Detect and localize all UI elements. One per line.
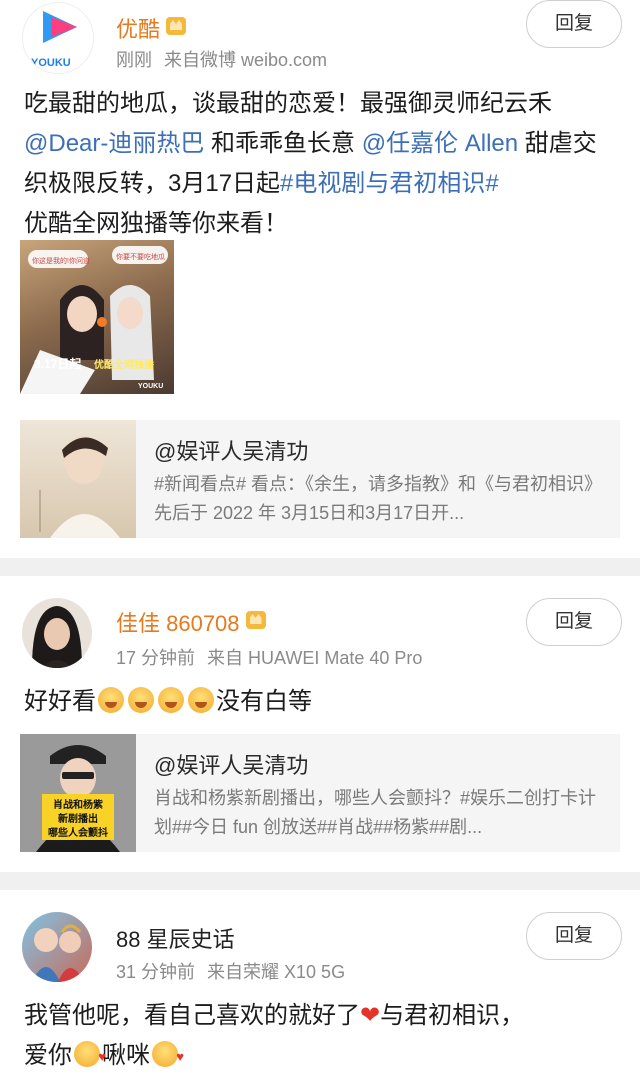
post-jiajia: 佳佳 860708 17 分钟前 来自 HUAWEI Mate 40 Pro 回复…	[0, 576, 640, 872]
reply-button[interactable]: 回复	[526, 598, 622, 646]
user-avatar[interactable]	[22, 912, 92, 982]
woman-portrait-image	[32, 606, 82, 668]
quote-title[interactable]: @娱评人吴清功	[154, 434, 308, 466]
vip-crown-icon	[245, 611, 266, 629]
quote-text: #新闻看点# 看点：《余生，请多指教》和《与君初相识》先后于 2022 年 3月…	[154, 474, 603, 523]
kiss-emoji-icon	[152, 1037, 184, 1077]
username[interactable]: 优酷	[116, 12, 187, 44]
username-text[interactable]: 优酷	[116, 17, 160, 42]
game-character-avatar-image	[32, 924, 84, 982]
username-text[interactable]: 佳佳 860708	[116, 611, 240, 636]
text-segment: 优酷全网独播等你来看！	[24, 210, 288, 237]
user-avatar[interactable]	[22, 598, 92, 668]
text-segment: 啾咪	[102, 1042, 150, 1069]
post-meta: 刚刚 来自微博 weibo.com	[116, 46, 339, 72]
svg-text:YOUKU: YOUKU	[138, 383, 163, 390]
text-segment: 爱你	[24, 1042, 72, 1069]
blogger-video-thumbnail: 肖战和杨紫 新剧播出 哪些人会颤抖	[20, 734, 136, 852]
quoted-repost[interactable]: @娱评人吴清功 #新闻看点# 看点：《余生，请多指教》和《与君初相识》先后于 2…	[20, 420, 620, 538]
quoted-repost[interactable]: 肖战和杨紫 新剧播出 哪些人会颤抖 @娱评人吴清功 肖战和杨紫新剧播出，哪些人会…	[20, 734, 620, 852]
text-segment: 吃最甜的地瓜，谈最甜的恋爱！最强御灵师纪云禾	[24, 90, 552, 117]
text-segment: 我管他呢，看自己喜欢的就好了	[24, 1002, 360, 1029]
username-text[interactable]: 88 星辰史话	[116, 927, 235, 952]
post-time: 刚刚	[116, 50, 152, 70]
reply-button[interactable]: 回复	[526, 912, 622, 960]
post-text: 我管他呢，看自己喜欢的就好了❤与君初相识， 爱你 啾咪	[24, 996, 620, 1077]
quote-thumbnail	[20, 420, 136, 538]
post-separator	[0, 558, 640, 576]
username[interactable]: 佳佳 860708	[116, 606, 266, 638]
mention-link[interactable]: @任嘉伦 Allen	[362, 130, 518, 157]
post-separator	[0, 872, 640, 890]
vip-crown-icon	[166, 17, 187, 35]
tears-of-joy-emoji-icon	[98, 687, 124, 713]
tears-of-joy-emoji-icon	[188, 687, 214, 713]
post-meta: 31 分钟前 来自荣耀 X10 5G	[116, 958, 357, 984]
svg-text:你要不要吃地瓜: 你要不要吃地瓜	[116, 252, 165, 261]
post-youku: YOUKU 优酷 刚刚 来自微博 weibo.com 回复 吃最甜的地瓜，谈最甜的…	[0, 0, 640, 558]
post-88xingchen: 88 星辰史话 31 分钟前 来自荣耀 X10 5G 回复 我管他呢，看自己喜欢的…	[0, 890, 640, 1077]
reply-button[interactable]: 回复	[526, 0, 622, 48]
post-time: 17 分钟前	[116, 648, 196, 668]
post-text: 好好看 没有白等	[24, 682, 620, 722]
svg-text:优酷全网独播: 优酷全网独播	[94, 358, 155, 371]
red-heart-emoji-icon: ❤	[360, 1002, 381, 1029]
svg-text:你这是我的!你问道: 你这是我的!你问道	[32, 256, 90, 265]
post-meta: 17 分钟前 来自 HUAWEI Mate 40 Pro	[116, 644, 434, 670]
quote-title[interactable]: @娱评人吴清功	[154, 748, 308, 780]
post-time: 31 分钟前	[116, 962, 196, 982]
actor-portrait-image	[39, 436, 120, 538]
tears-of-joy-emoji-icon	[158, 687, 184, 713]
post-image[interactable]: 你这是我的!你问道 你要不要吃地瓜 3.17日起 优酷全网独播 YOUKU	[20, 240, 174, 394]
svg-text:肖战和杨紫: 肖战和杨紫	[53, 798, 103, 811]
hashtag-link[interactable]: #电视剧与君初相识#	[280, 170, 499, 197]
post-source: 来自 HUAWEI Mate 40 Pro	[207, 648, 423, 668]
text-segment: 没有白等	[216, 688, 312, 715]
youku-logo-icon: YOUKU	[31, 11, 77, 69]
svg-text:YOUKU: YOUKU	[31, 57, 71, 69]
post-source: 来自荣耀 X10 5G	[207, 962, 346, 982]
username[interactable]: 88 星辰史话	[116, 922, 235, 954]
text-segment: 好好看	[24, 688, 96, 715]
svg-text:哪些人会颤抖: 哪些人会颤抖	[48, 826, 108, 839]
quote-text: 肖战和杨紫新剧播出，哪些人会颤抖？#娱乐二创打卡计划##今日 fun 创放送##…	[154, 788, 597, 837]
tears-of-joy-emoji-icon	[128, 687, 154, 713]
svg-text:3.17日起: 3.17日起	[34, 356, 82, 371]
quote-thumbnail: 肖战和杨紫 新剧播出 哪些人会颤抖	[20, 734, 136, 852]
svg-text:新剧播出: 新剧播出	[58, 812, 98, 825]
mention-link[interactable]: @Dear-迪丽热巴	[24, 130, 204, 157]
post-source: 来自微博 weibo.com	[164, 50, 328, 70]
post-text: 吃最甜的地瓜，谈最甜的恋爱！最强御灵师纪云禾 @Dear-迪丽热巴 和乖乖鱼长意…	[24, 84, 620, 244]
youku-avatar[interactable]: YOUKU	[22, 2, 94, 74]
kiss-emoji-icon	[74, 1037, 106, 1077]
text-segment: 和乖乖鱼长意	[204, 130, 362, 157]
drama-still-illustration: 你这是我的!你问道 你要不要吃地瓜 3.17日起 优酷全网独播 YOUKU	[20, 246, 168, 394]
text-segment: 与君初相识，	[380, 1002, 525, 1029]
